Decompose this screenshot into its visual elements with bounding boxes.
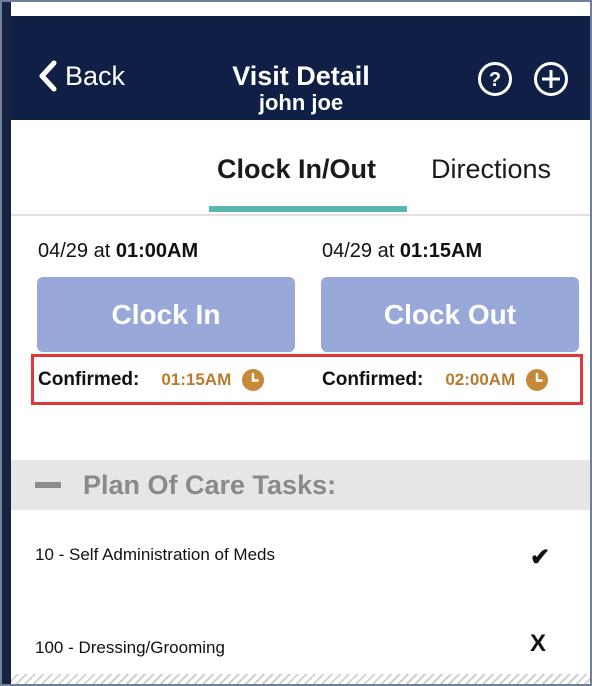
clock-icon <box>526 369 549 391</box>
clock-out-confirmed-time: 02:00AM <box>445 370 516 389</box>
app-frame: Back Visit Detail john joe ? Clock In/Ou… <box>0 0 592 686</box>
tab-directions[interactable]: Directions <box>431 154 551 185</box>
help-icon[interactable]: ? <box>477 61 513 97</box>
tab-clock-in-out[interactable]: Clock In/Out <box>217 154 376 185</box>
clock-in-confirmed-label: Confirmed: <box>38 369 140 390</box>
clock-out-date: 04/29 at <box>322 240 400 262</box>
active-tab-indicator <box>209 206 407 212</box>
tab-divider <box>11 214 590 216</box>
clock-out-time: 04/29 at 01:15AM <box>322 240 482 263</box>
clock-in-time-value: 01:00AM <box>115 240 199 262</box>
tab-bar: Clock In/Out Directions <box>11 120 590 214</box>
add-icon[interactable] <box>533 61 569 97</box>
x-mark-icon: X <box>530 630 547 657</box>
clock-in-confirmed-time: 01:15AM <box>161 370 232 389</box>
svg-text:?: ? <box>489 69 501 91</box>
task-item-label: 100 - Dressing/Grooming <box>35 638 225 657</box>
plan-of-care-header[interactable]: Plan Of Care Tasks: <box>11 460 590 510</box>
clock-in-confirmation: Confirmed: 01:15AM <box>38 368 265 392</box>
checkmark-icon: ✔ <box>530 544 551 571</box>
clock-in-button[interactable]: Clock In <box>37 277 295 352</box>
clock-in-date: 04/29 at <box>38 240 116 262</box>
clock-out-confirmed-label: Confirmed: <box>322 369 424 390</box>
task-item-label: 10 - Self Administration of Meds <box>35 545 276 564</box>
window-edge <box>2 2 11 684</box>
plan-of-care-title: Plan Of Care Tasks: <box>83 470 337 500</box>
top-header: Back Visit Detail john joe ? <box>11 16 590 120</box>
clock-out-time-value: 01:15AM <box>399 240 483 262</box>
clock-icon <box>242 369 265 391</box>
clock-out-button[interactable]: Clock Out <box>321 277 579 352</box>
clock-out-confirmation: Confirmed: 02:00AM <box>322 368 549 392</box>
clock-in-time: 04/29 at 01:00AM <box>38 240 198 263</box>
torn-edge <box>11 674 590 684</box>
collapse-minus-icon[interactable] <box>35 482 61 488</box>
